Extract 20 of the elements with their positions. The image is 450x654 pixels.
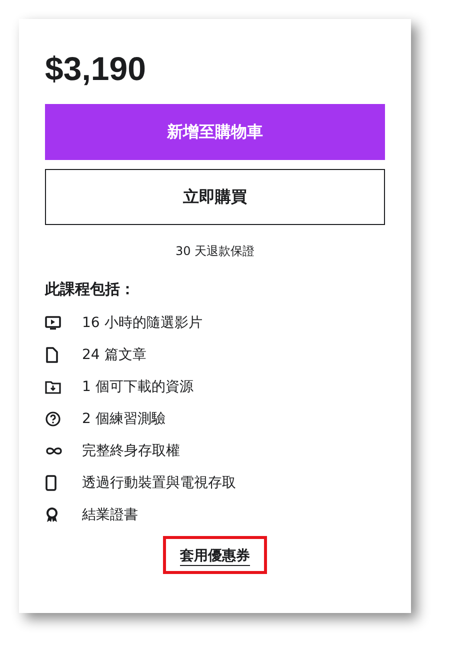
feature-text: 完整終身存取權 <box>82 442 180 460</box>
infinity-icon <box>45 446 63 456</box>
guarantee-text: 30 天退款保證 <box>174 243 256 260</box>
folder-download-icon <box>45 380 61 394</box>
tv-play-icon <box>45 315 61 331</box>
question-icon <box>45 411 61 427</box>
add-to-cart-button[interactable]: 新增至購物車 <box>45 104 385 160</box>
feature-text: 2 個練習測驗 <box>82 410 166 428</box>
feature-text: 1 個可下載的資源 <box>82 378 194 396</box>
feature-text: 結業證書 <box>82 506 138 524</box>
document-icon <box>45 347 59 363</box>
buy-now-button[interactable]: 立即購買 <box>45 169 385 225</box>
price: $3,190 <box>45 49 147 89</box>
feature-text: 24 篇文章 <box>82 346 146 364</box>
feature-text: 透過行動裝置與電視存取 <box>82 474 236 492</box>
phone-icon <box>45 475 57 491</box>
apply-coupon-link[interactable]: 套用優惠券 <box>180 548 250 564</box>
includes-heading: 此課程包括： <box>45 280 136 299</box>
award-icon <box>45 507 59 523</box>
feature-text: 16 小時的隨選影片 <box>82 314 202 332</box>
